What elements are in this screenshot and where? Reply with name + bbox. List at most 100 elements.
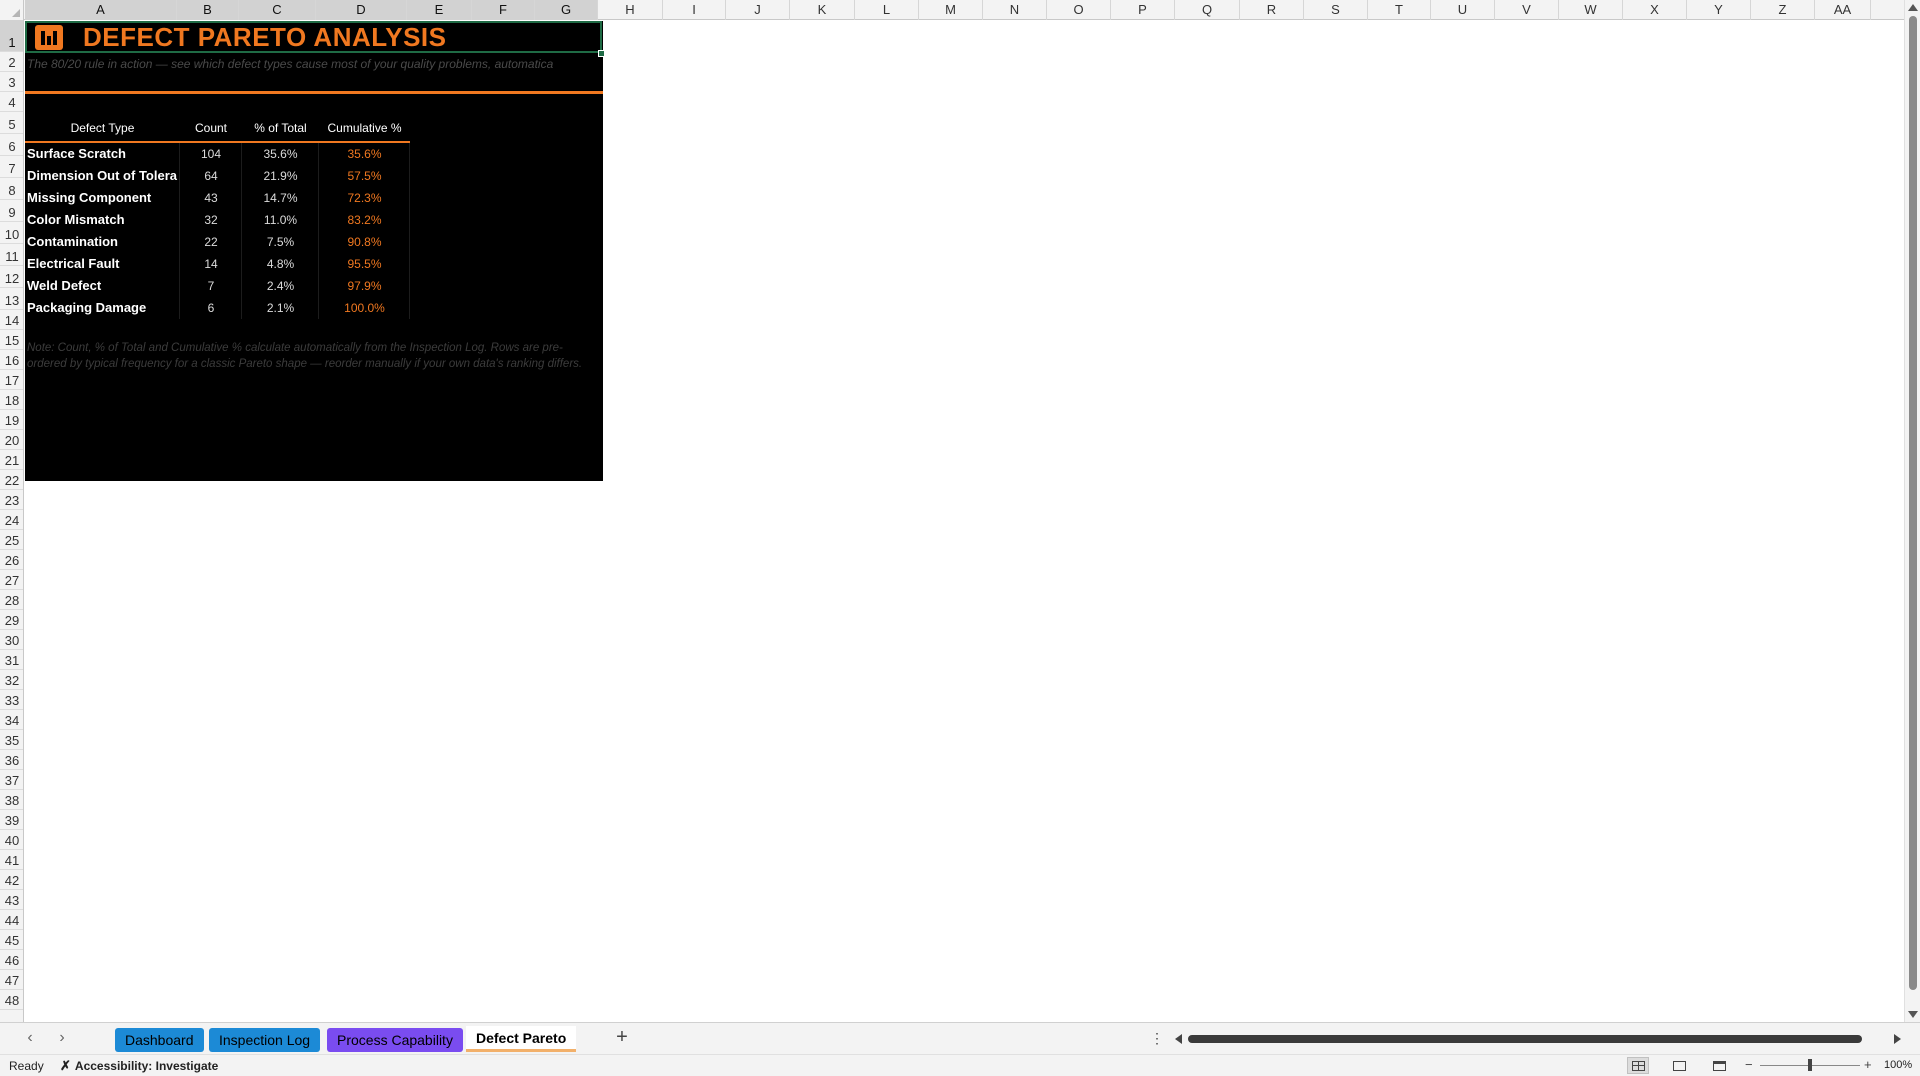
row-header[interactable]: 26 — [0, 550, 23, 570]
scroll-up-icon[interactable] — [1908, 4, 1918, 11]
pct-total-cell[interactable]: 7.5% — [242, 231, 319, 253]
row-header[interactable]: 17 — [0, 370, 23, 390]
zoom-level[interactable]: 100% — [1884, 1059, 1912, 1071]
zoom-in-button[interactable]: + — [1864, 1057, 1872, 1072]
cumulative-cell[interactable]: 83.2% — [319, 209, 410, 231]
column-header[interactable]: N — [983, 0, 1047, 20]
zoom-slider-knob[interactable] — [1808, 1059, 1812, 1071]
scroll-down-icon[interactable] — [1908, 1011, 1918, 1018]
row-header[interactable]: 5 — [0, 112, 23, 134]
cumulative-cell[interactable]: 57.5% — [319, 165, 410, 187]
defect-type-cell[interactable]: Packaging Damage — [27, 297, 179, 319]
count-cell[interactable]: 43 — [180, 187, 242, 209]
column-header[interactable]: M — [919, 0, 983, 20]
count-cell[interactable]: 7 — [180, 275, 242, 297]
pct-total-cell[interactable]: 35.6% — [242, 143, 319, 165]
row-header[interactable]: 7 — [0, 156, 23, 178]
column-header[interactable]: P — [1111, 0, 1175, 20]
row-header[interactable]: 44 — [0, 910, 23, 930]
column-header[interactable]: U — [1431, 0, 1495, 20]
header-defect-type[interactable]: Defect Type — [25, 120, 180, 142]
row-header[interactable]: 41 — [0, 850, 23, 870]
chevron-left-icon[interactable]: ‹ — [20, 1029, 40, 1047]
column-header[interactable]: C — [239, 0, 316, 20]
defect-type-cell[interactable]: Missing Component — [27, 187, 179, 209]
page-break-preview-button[interactable] — [1708, 1057, 1730, 1074]
select-all-corner[interactable] — [0, 0, 24, 20]
count-cell[interactable]: 6 — [180, 297, 242, 319]
column-header[interactable]: Y — [1687, 0, 1751, 20]
row-header[interactable]: 40 — [0, 830, 23, 850]
add-sheet-button[interactable]: + — [612, 1026, 632, 1049]
row-header[interactable]: 29 — [0, 610, 23, 630]
row-header[interactable]: 42 — [0, 870, 23, 890]
pct-total-cell[interactable]: 2.1% — [242, 297, 319, 319]
cumulative-cell[interactable]: 95.5% — [319, 253, 410, 275]
row-header[interactable]: 14 — [0, 310, 23, 330]
header-count[interactable]: Count — [180, 120, 242, 142]
row-header[interactable]: 19 — [0, 410, 23, 430]
cumulative-cell[interactable]: 97.9% — [319, 275, 410, 297]
pct-total-cell[interactable]: 21.9% — [242, 165, 319, 187]
row-header[interactable]: 35 — [0, 730, 23, 750]
column-header[interactable]: V — [1495, 0, 1559, 20]
row-header[interactable]: 12 — [0, 266, 23, 288]
row-header[interactable]: 18 — [0, 390, 23, 410]
scroll-left-icon[interactable] — [1175, 1034, 1182, 1044]
zoom-out-button[interactable]: − — [1745, 1057, 1753, 1072]
row-header[interactable]: 6 — [0, 134, 23, 156]
defect-type-cell[interactable]: Surface Scratch — [27, 143, 179, 165]
pct-total-cell[interactable]: 14.7% — [242, 187, 319, 209]
row-header[interactable]: 38 — [0, 790, 23, 810]
column-header[interactable]: S — [1304, 0, 1368, 20]
row-header[interactable]: 34 — [0, 710, 23, 730]
row-header[interactable]: 27 — [0, 570, 23, 590]
column-header[interactable]: Z — [1751, 0, 1815, 20]
row-header[interactable]: 45 — [0, 930, 23, 950]
count-cell[interactable]: 22 — [180, 231, 242, 253]
pct-total-cell[interactable]: 11.0% — [242, 209, 319, 231]
count-cell[interactable]: 32 — [180, 209, 242, 231]
column-header[interactable]: G — [535, 0, 598, 20]
column-header[interactable]: D — [316, 0, 407, 20]
row-header[interactable]: 25 — [0, 530, 23, 550]
pct-total-cell[interactable]: 2.4% — [242, 275, 319, 297]
cumulative-cell[interactable]: 72.3% — [319, 187, 410, 209]
chevron-right-icon[interactable]: › — [52, 1029, 72, 1047]
row-header[interactable]: 23 — [0, 490, 23, 510]
row-header[interactable]: 13 — [0, 288, 23, 310]
row-header[interactable]: 10 — [0, 222, 23, 244]
row-header[interactable]: 36 — [0, 750, 23, 770]
defect-type-cell[interactable]: Electrical Fault — [27, 253, 179, 275]
cumulative-cell[interactable]: 90.8% — [319, 231, 410, 253]
count-cell[interactable]: 14 — [180, 253, 242, 275]
column-header[interactable]: AA — [1815, 0, 1871, 20]
header-pct-total[interactable]: % of Total — [242, 120, 319, 142]
header-cumulative[interactable]: Cumulative % — [319, 120, 410, 142]
scroll-right-icon[interactable] — [1894, 1034, 1901, 1044]
row-header[interactable]: 1 — [0, 20, 23, 52]
page-layout-button[interactable] — [1668, 1057, 1690, 1074]
row-header[interactable]: 39 — [0, 810, 23, 830]
column-header[interactable]: W — [1559, 0, 1623, 20]
row-header[interactable]: 30 — [0, 630, 23, 650]
cumulative-cell[interactable]: 100.0% — [319, 297, 410, 319]
column-header[interactable]: B — [177, 0, 239, 20]
more-options-icon[interactable]: ⋮ — [1150, 1030, 1164, 1047]
column-header[interactable]: T — [1368, 0, 1431, 20]
column-header[interactable]: I — [663, 0, 726, 20]
horizontal-scroll-thumb[interactable] — [1188, 1035, 1862, 1043]
vertical-scrollbar[interactable] — [1904, 0, 1920, 1022]
defect-type-cell[interactable]: Contamination — [27, 231, 179, 253]
tab-dashboard[interactable]: Dashboard — [115, 1028, 204, 1052]
column-header[interactable]: K — [790, 0, 855, 20]
count-cell[interactable]: 64 — [180, 165, 242, 187]
column-header[interactable]: L — [855, 0, 919, 20]
column-header[interactable]: F — [472, 0, 535, 20]
defect-type-cell[interactable]: Color Mismatch — [27, 209, 179, 231]
tab-process-capability[interactable]: Process Capability — [327, 1028, 463, 1052]
row-header[interactable]: 15 — [0, 330, 23, 350]
row-header[interactable]: 2 — [0, 52, 23, 72]
column-header[interactable]: A — [25, 0, 177, 20]
vertical-scroll-thumb[interactable] — [1909, 16, 1917, 990]
